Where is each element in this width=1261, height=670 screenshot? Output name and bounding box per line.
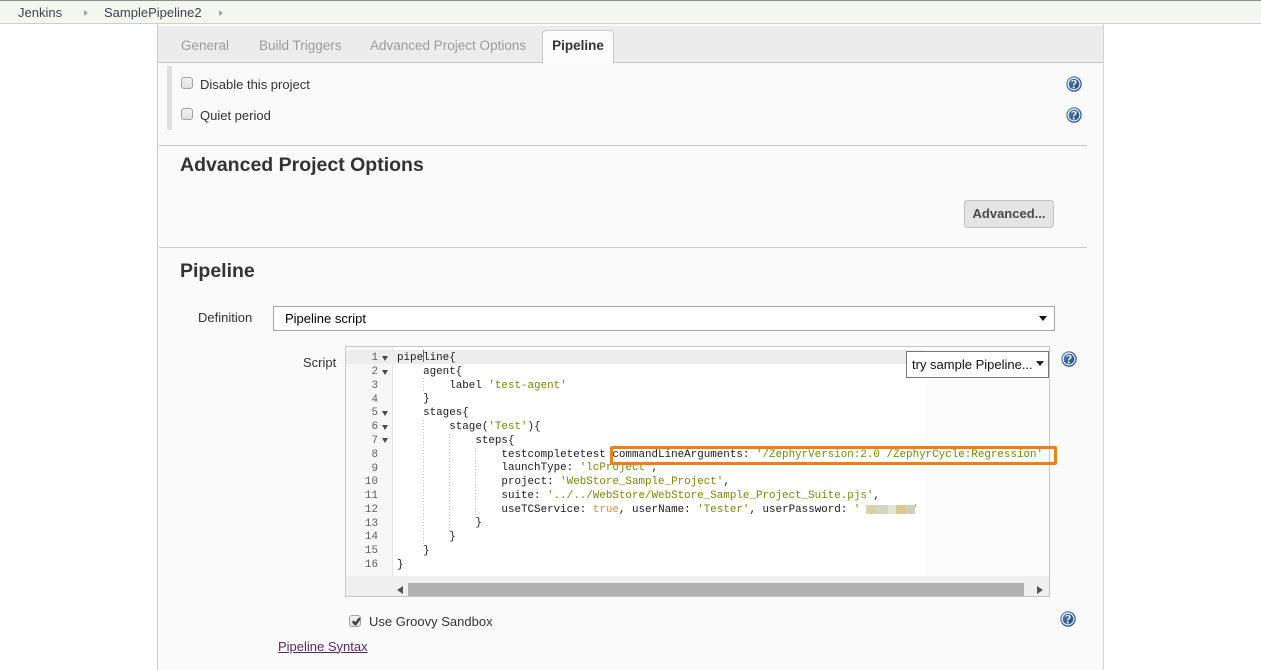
svg-text:?: ? bbox=[1066, 352, 1072, 366]
svg-text:?: ? bbox=[1071, 108, 1077, 122]
svg-text:?: ? bbox=[1065, 612, 1071, 626]
svg-text:?: ? bbox=[1071, 77, 1077, 91]
